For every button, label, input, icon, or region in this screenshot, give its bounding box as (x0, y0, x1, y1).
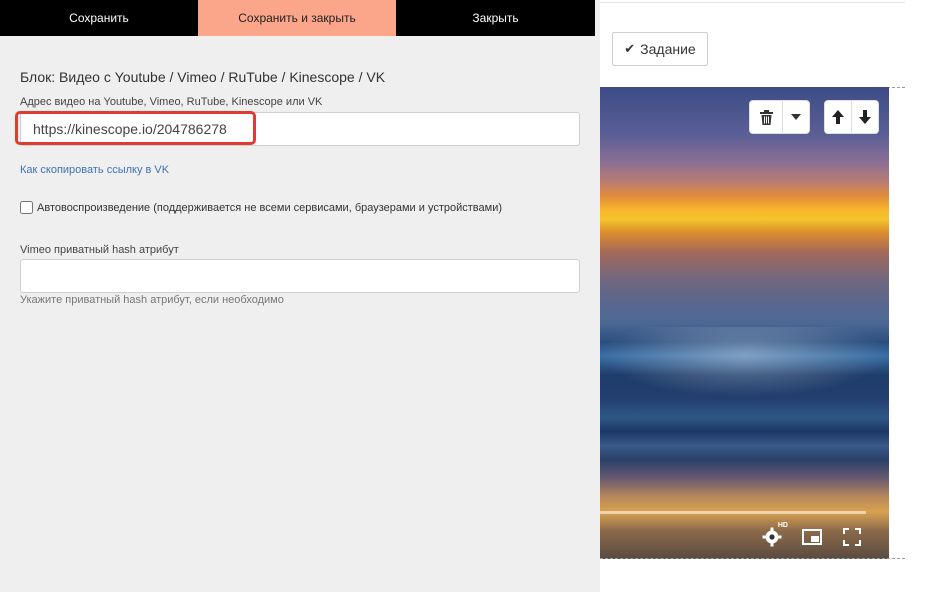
fullscreen-button[interactable] (841, 527, 863, 547)
block-settings-panel: Сохранить Сохранить и закрыть Закрыть Бл… (0, 0, 600, 592)
page-divider (600, 2, 905, 3)
block-delete-controls (750, 101, 809, 133)
check-icon: ✔ (624, 41, 636, 56)
settings-hd-icon (762, 527, 782, 547)
autoplay-option[interactable]: Автовоспроизведение (поддерживается не в… (20, 201, 502, 214)
hash-hint: Укажите приватный hash атрибут, если нео… (20, 294, 284, 306)
settings-button[interactable]: HD (761, 522, 788, 548)
caret-down-icon (791, 114, 801, 120)
picture-in-picture-icon (802, 529, 822, 545)
task-button-label: Задание (640, 41, 696, 57)
block-border-bottom (600, 558, 905, 559)
autoplay-checkbox[interactable] (20, 201, 33, 214)
arrow-up-icon (832, 110, 844, 124)
more-options-button[interactable] (782, 101, 809, 133)
video-preview[interactable] (600, 87, 889, 559)
save-button[interactable]: Сохранить (0, 0, 198, 36)
hash-label: Vimeo приватный hash атрибут (20, 244, 179, 256)
move-up-button[interactable] (825, 101, 851, 133)
block-title: Блок: Видео с Youtube / Vimeo / RuTube /… (20, 69, 386, 85)
video-url-input[interactable] (20, 112, 580, 146)
arrow-down-icon (859, 110, 871, 124)
video-url-label: Адрес видео на Youtube, Vimeo, RuTube, K… (20, 96, 323, 108)
delete-button[interactable] (750, 101, 782, 133)
autoplay-label: Автовоспроизведение (поддерживается не в… (37, 201, 503, 214)
block-move-controls (825, 101, 878, 133)
save-and-close-button[interactable]: Сохранить и закрыть (198, 0, 396, 36)
copy-link-help[interactable]: Как скопировать ссылку в VK (20, 164, 169, 176)
trash-icon (759, 109, 773, 125)
panel-toolbar: Сохранить Сохранить и закрыть Закрыть (0, 0, 595, 36)
move-down-button[interactable] (851, 101, 878, 133)
hash-input[interactable] (20, 259, 580, 293)
close-button[interactable]: Закрыть (396, 0, 595, 36)
task-button[interactable]: ✔ Задание (612, 32, 708, 66)
hd-badge: HD (777, 522, 788, 529)
pip-button[interactable] (801, 528, 823, 546)
video-progress-bar[interactable] (600, 511, 866, 514)
fullscreen-icon (843, 528, 861, 546)
